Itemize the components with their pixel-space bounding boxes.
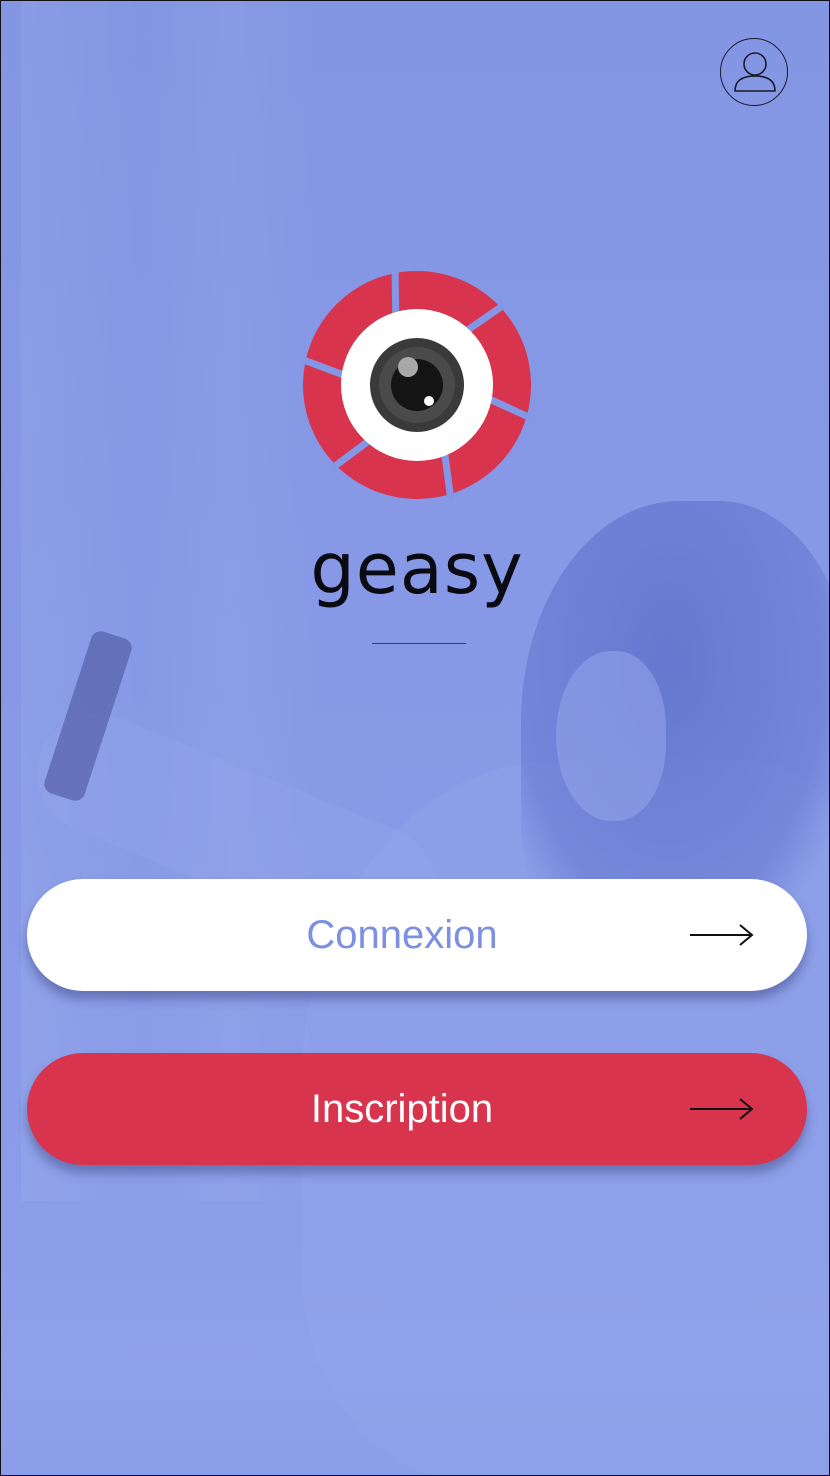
profile-button[interactable] [720,38,788,106]
background-curtain [21,1,321,1201]
app-name: geasy [310,528,524,610]
arrow-right-icon [690,924,754,946]
signup-button[interactable]: Inscription [27,1053,807,1165]
background-face [556,651,666,821]
login-button[interactable]: Connexion [27,879,807,991]
user-profile-icon [734,52,776,92]
arrow-right-icon [690,1098,754,1120]
title-divider [372,643,466,644]
welcome-screen: geasy Connexion Inscription [0,0,830,1476]
login-button-label: Connexion [306,913,498,957]
background-bed [1,1231,829,1475]
camera-shutter-logo [301,269,533,501]
signup-button-label: Inscription [310,1087,494,1131]
